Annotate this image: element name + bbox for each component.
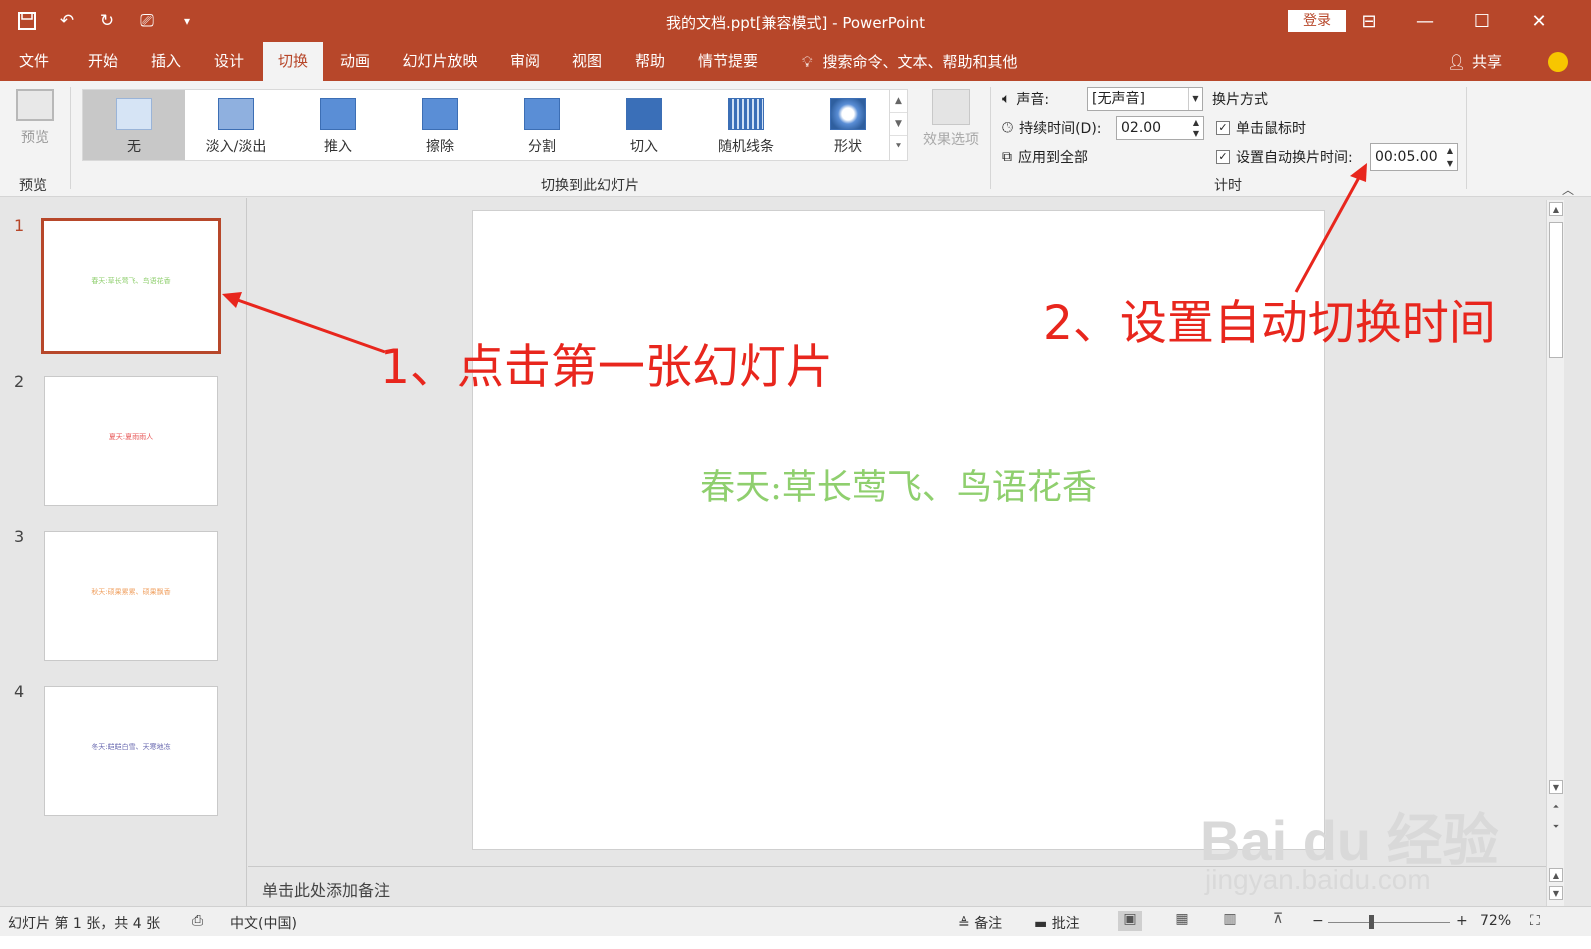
watermark-url: jingyan.baidu.com xyxy=(1205,864,1431,895)
annotation-step2: 2、设置自动切换时间 xyxy=(1043,296,1496,351)
annotation-step1: 1、点击第一张幻灯片 xyxy=(380,340,833,395)
arrow-to-auto-time xyxy=(1294,171,1364,293)
arrowhead-icon xyxy=(222,292,242,308)
arrow-to-first-slide xyxy=(231,296,386,354)
arrowhead-icon xyxy=(1350,163,1367,182)
